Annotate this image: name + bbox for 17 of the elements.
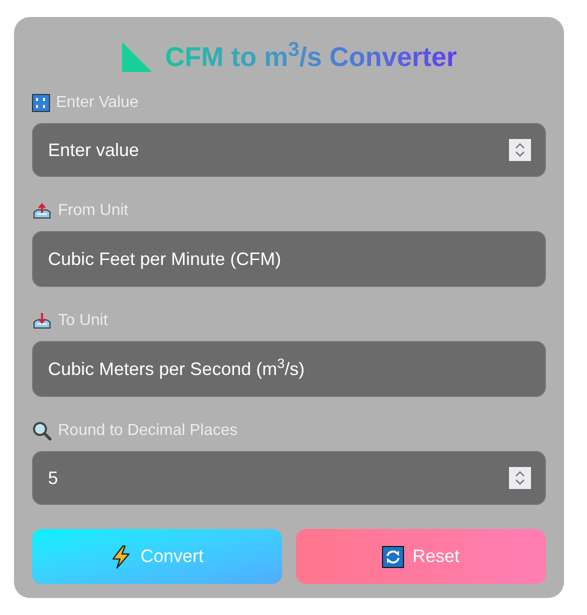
field-label: To Unit [58, 311, 108, 331]
field-label: Enter Value [56, 93, 138, 113]
number-field[interactable]: 5 [32, 451, 546, 505]
unit-select[interactable]: Cubic Meters per Second (m$^{3}$/s) [32, 341, 546, 397]
numbers-icon [32, 94, 50, 112]
lightning-icon [110, 544, 132, 568]
outbox-tray-icon [32, 202, 52, 220]
number-field[interactable]: Enter value [32, 123, 546, 177]
unit-select[interactable]: Cubic Feet per Minute (CFM) [32, 231, 546, 287]
inbox-tray-icon [32, 312, 52, 330]
field-label: From Unit [58, 201, 128, 221]
refresh-icon [382, 546, 404, 568]
stepper-icon[interactable] [509, 139, 531, 161]
triangle-icon [121, 41, 154, 73]
search-icon [32, 421, 52, 441]
field-label: Round to Decimal Places [58, 421, 238, 441]
stepper-icon[interactable] [509, 467, 531, 489]
